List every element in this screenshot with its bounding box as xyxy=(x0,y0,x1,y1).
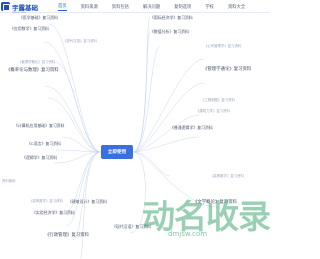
mind-node[interactable]: 《建筑力学》复习资料 xyxy=(196,109,230,114)
mind-node[interactable]: 《实验经济学》复习资料 xyxy=(32,210,75,215)
mind-node[interactable]: 《国际经济学》复习资料 xyxy=(150,15,193,20)
mind-node[interactable]: 《逻辑学》复习资料 xyxy=(22,155,57,160)
mind-node[interactable]: 《现代汉语》复习资料 xyxy=(63,39,97,44)
nav-item-school[interactable]: 学校 xyxy=(205,4,214,10)
mind-node[interactable]: 《管理学通论》复习资料 xyxy=(203,66,251,71)
mind-node[interactable]: 《应用数学》复习资料 xyxy=(10,26,49,31)
mind-node[interactable]: 《医学基础》复习资料 xyxy=(19,15,58,20)
mind-node[interactable]: 《计算机应用基础》复习资料 xyxy=(14,123,65,128)
mind-node[interactable]: 《高等数学》复习资料 xyxy=(210,174,244,179)
nav-item-library[interactable]: 资料大全 xyxy=(228,4,245,10)
mind-node[interactable]: 《建筑设计》复习资料 xyxy=(68,199,107,204)
mind-node[interactable]: 《公司管理学》复习资料 xyxy=(204,44,241,49)
mind-node[interactable]: 《现代汉语》复习资料 xyxy=(112,224,151,229)
mind-node[interactable]: 《C语言》复习资料 xyxy=(27,141,61,146)
logo-icon xyxy=(1,2,10,11)
page: 宇露基础 yjxing.com 首页 资料来源 资料包括 解决问题 复制选项 学… xyxy=(0,0,270,259)
mind-node[interactable]: 《工程制图》复习资料 xyxy=(201,98,235,103)
header: 宇露基础 yjxing.com 首页 资料来源 资料包括 解决问题 复制选项 学… xyxy=(0,0,270,14)
mind-node[interactable]: 《文学概论》复习资料 xyxy=(193,199,237,204)
nav-item-options[interactable]: 复制选项 xyxy=(174,4,191,10)
mind-map-connectors xyxy=(43,16,219,259)
mind-node[interactable]: 《普通逻辑学》复习资料 xyxy=(170,125,213,130)
mind-node[interactable]: 《数值分析》复习资料 xyxy=(150,29,189,34)
nav-item-contents[interactable]: 资料包括 xyxy=(112,4,129,10)
mind-node[interactable]: 《管理学概论》复习资料 xyxy=(18,60,55,65)
side-tag: 资料使用 xyxy=(2,179,16,183)
mind-map: 《医学基础》复习资料 《国际经济学》复习资料 《应用数学》复习资料 《数值分析》… xyxy=(0,13,270,259)
nav-item-problems[interactable]: 解决问题 xyxy=(143,4,160,10)
mind-node[interactable]: 《概率论与数理》复习资料 xyxy=(6,67,59,72)
main-nav: 首页 资料来源 资料包括 解决问题 复制选项 学校 资料大全 xyxy=(58,0,259,13)
nav-item-source[interactable]: 资料来源 xyxy=(81,4,98,10)
mind-node[interactable]: 《行政管理》复习资料 xyxy=(45,232,89,237)
mind-node[interactable]: 《高等数学》复习资料 xyxy=(29,199,63,204)
nav-item-home[interactable]: 首页 xyxy=(58,3,67,11)
center-start-button[interactable]: 立即使用 xyxy=(101,145,133,159)
